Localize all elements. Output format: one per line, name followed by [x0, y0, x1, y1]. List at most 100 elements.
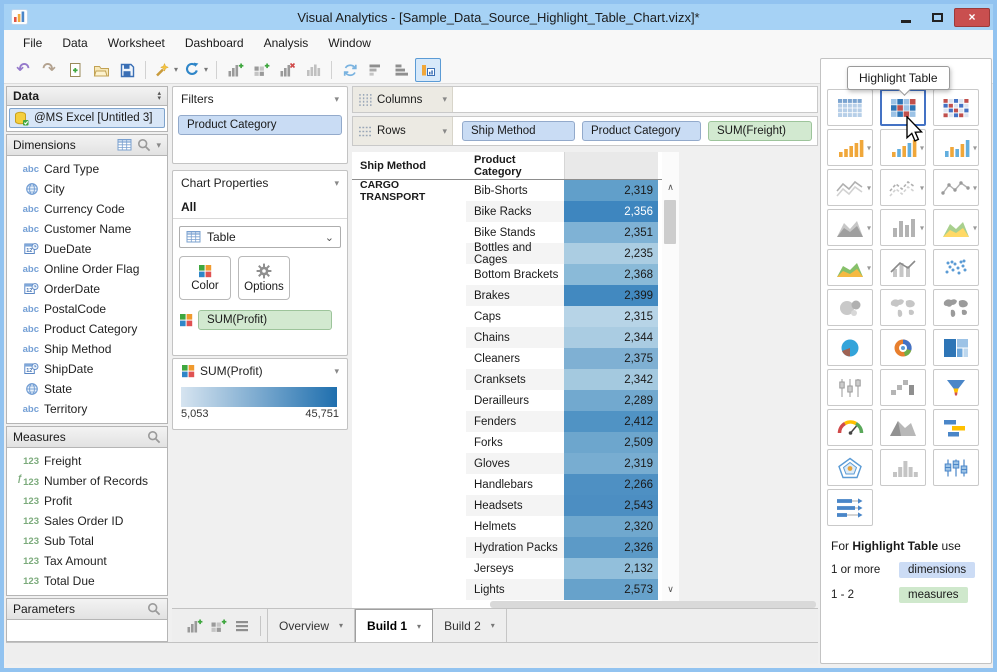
category-cell[interactable]: Cleaners: [466, 348, 564, 369]
columns-shelf-label[interactable]: Columns ▾: [353, 87, 453, 112]
column-header-product-category[interactable]: Product Category: [466, 152, 564, 179]
viz-color-matrix-button[interactable]: [933, 89, 979, 126]
delete-worksheet-button[interactable]: [274, 58, 300, 82]
show-visualization-panel-button[interactable]: [415, 58, 441, 82]
field-shipdate[interactable]: 12ShipDate: [7, 359, 167, 379]
category-cell[interactable]: Bike Stands: [466, 222, 564, 243]
swap-axes-button[interactable]: [337, 58, 363, 82]
ship-method-cell[interactable]: [352, 222, 466, 243]
chevron-down-icon[interactable]: ▾: [339, 621, 343, 630]
ship-method-cell[interactable]: [352, 495, 466, 516]
filters-header[interactable]: Filters ▾: [173, 87, 347, 111]
chevron-down-icon[interactable]: ▾: [867, 183, 871, 192]
menu-data[interactable]: Data: [53, 32, 96, 54]
viz-surface-chart-button[interactable]: [880, 409, 926, 446]
menu-worksheet[interactable]: Worksheet: [99, 32, 174, 54]
new-worksheet-button[interactable]: [182, 615, 206, 637]
chevron-down-icon[interactable]: ▾: [867, 143, 871, 152]
category-cell[interactable]: Handlebars: [466, 474, 564, 495]
view-data-grid-icon[interactable]: [117, 137, 132, 153]
pill-product-category[interactable]: Product Category: [582, 121, 701, 141]
viz-combo-chart-button[interactable]: [880, 249, 926, 286]
pill-product-category[interactable]: Product Category: [178, 115, 342, 135]
field-card-type[interactable]: abcCard Type: [7, 159, 167, 179]
ship-method-cell[interactable]: [352, 390, 466, 411]
ship-method-cell[interactable]: [352, 474, 466, 495]
column-header-ship-method[interactable]: Ship Method: [352, 152, 466, 179]
ship-method-cell[interactable]: [352, 306, 466, 327]
category-cell[interactable]: Hydration Packs: [466, 537, 564, 558]
value-cell[interactable]: 2,289: [564, 390, 658, 411]
category-cell[interactable]: Bike Racks: [466, 201, 564, 222]
sheet-list-button[interactable]: [230, 615, 254, 637]
connect-data-button[interactable]: ▾: [151, 58, 181, 82]
viz-area-chart-button[interactable]: ▾: [827, 209, 873, 246]
rows-shelf-label[interactable]: Rows ▾: [353, 117, 453, 145]
sort-ascending-button[interactable]: [389, 58, 415, 82]
ship-method-cell[interactable]: [352, 453, 466, 474]
chevron-down-icon[interactable]: ▾: [442, 94, 447, 105]
field-currency-code[interactable]: abcCurrency Code: [7, 199, 167, 219]
value-cell[interactable]: 2,319: [564, 453, 658, 474]
ship-method-cell[interactable]: [352, 516, 466, 537]
sheet-tab-overview[interactable]: Overview▾: [267, 609, 355, 642]
field-customer-name[interactable]: abcCustomer Name: [7, 219, 167, 239]
search-icon[interactable]: [137, 138, 151, 152]
ship-method-cell[interactable]: [352, 201, 466, 222]
menu-file[interactable]: File: [14, 32, 51, 54]
value-cell[interactable]: 2,342: [564, 369, 658, 390]
column-header-value[interactable]: [564, 152, 658, 179]
category-cell[interactable]: Forks: [466, 432, 564, 453]
field-online-order-flag[interactable]: abcOnline Order Flag: [7, 259, 167, 279]
search-icon[interactable]: [147, 430, 161, 444]
open-button[interactable]: [88, 58, 114, 82]
value-cell[interactable]: 2,356: [564, 201, 658, 222]
pill-sum-profit[interactable]: SUM(Profit): [198, 310, 332, 330]
table-vertical-scrollbar[interactable]: ∧ ∨: [662, 152, 679, 608]
field-freight[interactable]: 123Freight: [7, 451, 167, 471]
field-territory[interactable]: abcTerritory: [7, 399, 167, 419]
field-number-of-records[interactable]: ƒ123Number of Records: [7, 471, 167, 491]
viz-funnel-chart-button[interactable]: [933, 369, 979, 406]
pill-sum-freight[interactable]: SUM(Freight): [708, 121, 812, 141]
add-worksheet-button[interactable]: [222, 58, 248, 82]
category-cell[interactable]: Fenders: [466, 411, 564, 432]
viz-bullet-chart-button[interactable]: [827, 489, 873, 526]
viz-grouped-bar-chart-button[interactable]: ▾: [933, 129, 979, 166]
chevron-down-icon[interactable]: ▾: [973, 183, 977, 192]
field-duedate[interactable]: 12DueDate: [7, 239, 167, 259]
field-sub-total[interactable]: 123Sub Total: [7, 531, 167, 551]
data-connection-item[interactable]: @MS Excel [Untitled 3]: [9, 108, 165, 128]
viz-histogram-button[interactable]: [880, 449, 926, 486]
ship-method-cell[interactable]: [352, 411, 466, 432]
value-cell[interactable]: 2,315: [564, 306, 658, 327]
viz-line-chart-button[interactable]: ▾: [827, 169, 873, 206]
category-cell[interactable]: Cranksets: [466, 369, 564, 390]
field-sales-order-id[interactable]: 123Sales Order ID: [7, 511, 167, 531]
ship-method-cell[interactable]: [352, 558, 466, 579]
field-postalcode[interactable]: abcPostalCode: [7, 299, 167, 319]
duplicate-worksheet-button[interactable]: [300, 58, 326, 82]
viz-filled-map-button[interactable]: [933, 289, 979, 326]
viz-line-marker-chart-button[interactable]: ▾: [933, 169, 979, 206]
viz-gauge-button[interactable]: [827, 409, 873, 446]
value-cell[interactable]: 2,509: [564, 432, 658, 453]
undo-button[interactable]: ↶: [10, 58, 36, 82]
viz-scatter-plot-button[interactable]: [933, 249, 979, 286]
color-button[interactable]: Color: [179, 256, 231, 300]
viz-box-plot-button[interactable]: [933, 449, 979, 486]
pill-ship-method[interactable]: Ship Method: [462, 121, 575, 141]
category-cell[interactable]: Lights: [466, 579, 564, 600]
value-cell[interactable]: 2,235: [564, 243, 658, 264]
collapse-icon[interactable]: ▾: [334, 178, 339, 189]
viz-dashed-line-chart-button[interactable]: ▾: [880, 169, 926, 206]
menu-analysis[interactable]: Analysis: [255, 32, 318, 54]
chevron-down-icon[interactable]: ▾: [973, 223, 977, 232]
viz-radar-chart-button[interactable]: [827, 449, 873, 486]
chevron-down-icon[interactable]: ▾: [867, 263, 871, 272]
ship-method-cell[interactable]: CARGO TRANSPORT: [352, 180, 466, 201]
viz-candlestick-chart-button[interactable]: [827, 369, 873, 406]
field-product-category[interactable]: abcProduct Category: [7, 319, 167, 339]
new-dashboard-button[interactable]: [206, 615, 230, 637]
chevron-down-icon[interactable]: ▾: [417, 622, 421, 631]
